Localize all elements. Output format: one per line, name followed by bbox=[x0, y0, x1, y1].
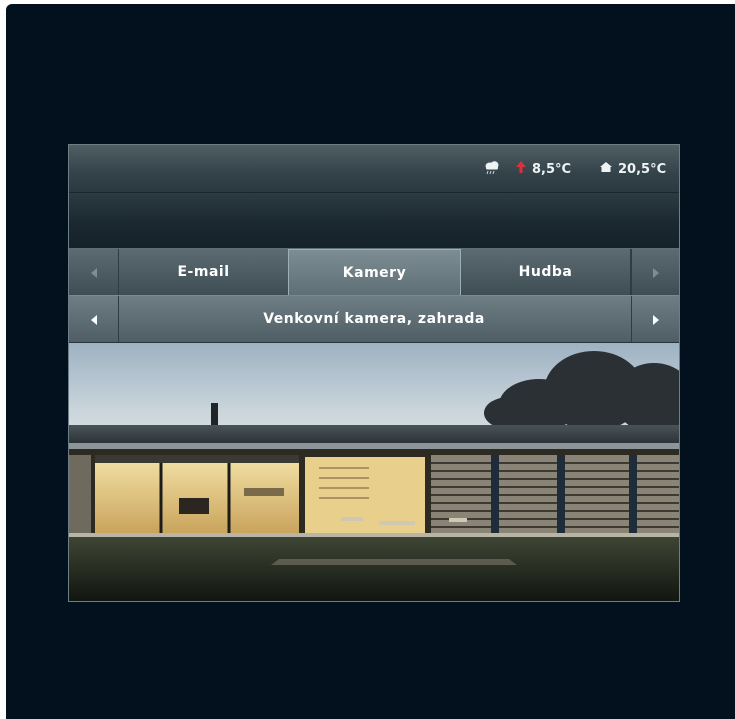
rain-cloud-icon bbox=[483, 158, 501, 180]
chevron-right-icon bbox=[652, 310, 660, 329]
tab-bar: E-mail Kamery Hudba bbox=[69, 249, 679, 296]
tab-label: E-mail bbox=[177, 264, 230, 280]
tab-label: Hudba bbox=[518, 264, 573, 280]
tab-email[interactable]: E-mail bbox=[119, 249, 289, 295]
next-camera-button[interactable] bbox=[631, 296, 679, 342]
chevron-right-icon bbox=[652, 263, 660, 282]
touch-panel-device: 8,5°C 20,5°C E-mail Kamery Hudba Venkovn… bbox=[6, 4, 735, 719]
chevron-left-icon bbox=[90, 310, 98, 329]
tab-scroll-left-button[interactable] bbox=[69, 249, 119, 295]
camera-title: Venkovní kamera, zahrada bbox=[263, 311, 485, 327]
weather-status bbox=[483, 159, 501, 179]
previous-camera-button[interactable] bbox=[69, 296, 119, 342]
camera-feed-image[interactable] bbox=[69, 343, 679, 601]
up-arrow-icon bbox=[515, 160, 527, 178]
panel-screen: 8,5°C 20,5°C E-mail Kamery Hudba Venkovn… bbox=[68, 144, 680, 602]
tab-hudba[interactable]: Hudba bbox=[461, 249, 631, 295]
status-bar: 8,5°C 20,5°C bbox=[69, 145, 679, 193]
camera-selector-bar: Venkovní kamera, zahrada bbox=[69, 296, 679, 343]
header-ribbon bbox=[69, 193, 679, 249]
tab-kamery[interactable]: Kamery bbox=[288, 249, 461, 295]
house-icon bbox=[599, 160, 613, 178]
indoor-temp-value: 20,5°C bbox=[618, 161, 667, 177]
outdoor-temperature: 8,5°C bbox=[515, 159, 571, 179]
indoor-temperature: 20,5°C bbox=[599, 159, 666, 179]
tab-scroll-right-button[interactable] bbox=[631, 249, 679, 295]
outdoor-temp-value: 8,5°C bbox=[532, 161, 572, 177]
chevron-left-icon bbox=[90, 263, 98, 282]
tab-label: Kamery bbox=[342, 264, 407, 281]
